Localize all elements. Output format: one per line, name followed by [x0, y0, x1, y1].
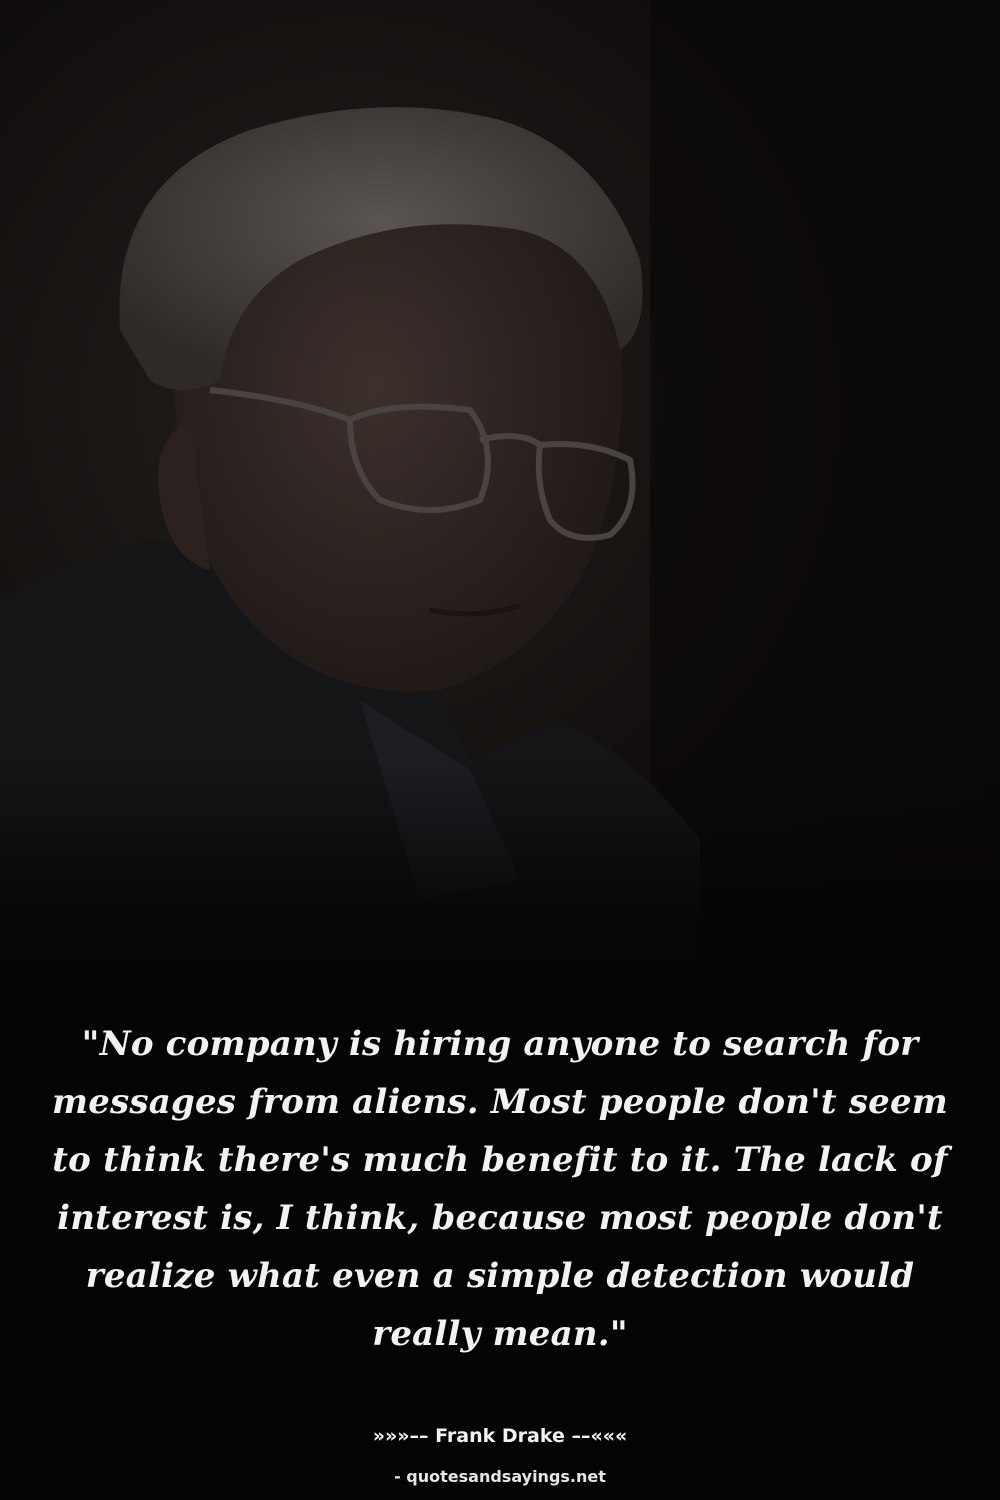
photo-fade	[0, 760, 1000, 1020]
quote-text: "No company is hiring anyone to search f…	[52, 1024, 948, 1354]
site-credit: - quotesandsayings.net	[394, 1467, 606, 1486]
author-line: »»»–– Frank Drake ––«««	[372, 1425, 628, 1447]
quote-poster: "No company is hiring anyone to search f…	[0, 0, 1000, 1500]
